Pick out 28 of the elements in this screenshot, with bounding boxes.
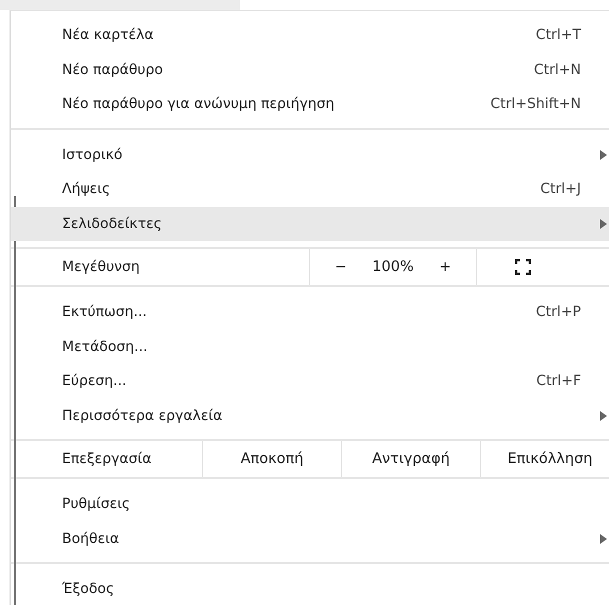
- menu-item[interactable]: Βοήθεια: [11, 522, 609, 556]
- zoom-out-button[interactable]: −: [330, 259, 351, 275]
- submenu-arrow-icon: [600, 218, 607, 228]
- menu-item[interactable]: Εκτύπωση... Ctrl+P: [11, 295, 609, 330]
- menu-item[interactable]: Ιστορικό: [11, 138, 609, 172]
- menu-item[interactable]: Νέο παράθυρο Ctrl+N: [11, 52, 609, 87]
- zoom-in-button[interactable]: +: [435, 259, 456, 275]
- shortcut-label: Ctrl+P: [536, 304, 581, 320]
- fullscreen-icon: [515, 259, 531, 275]
- menu-item[interactable]: Περισσότερα εργαλεία: [11, 398, 609, 433]
- shortcut-label: Ctrl+T: [536, 27, 581, 44]
- menu-item[interactable]: Μετάδοση...: [11, 330, 609, 364]
- fullscreen-button[interactable]: [515, 259, 531, 275]
- shortcut-label: Ctrl+J: [540, 181, 581, 198]
- submenu-arrow-icon: [600, 410, 607, 420]
- menu-item[interactable]: Νέα καρτέλα Ctrl+T: [11, 18, 609, 52]
- menu-item[interactable]: Λήψεις Ctrl+J: [11, 172, 609, 206]
- submenu-arrow-icon: [600, 150, 607, 160]
- submenu-arrow-icon: [600, 534, 607, 544]
- menu-item[interactable]: Ρυθμίσεις: [11, 487, 609, 522]
- zoom-level: 100%: [372, 259, 414, 275]
- menu-item[interactable]: Νέο παράθυρο για ανώνυμη περιήγηση Ctrl+Shift+N: [11, 87, 609, 122]
- shortcut-label: Ctrl+Shift+N: [490, 96, 581, 112]
- menu-item[interactable]: Έξοδος: [11, 572, 609, 605]
- menu-item[interactable]: Σελιδοδείκτες: [11, 206, 609, 241]
- shortcut-label: Ctrl+N: [534, 62, 581, 78]
- shortcut-label: Ctrl+F: [536, 373, 581, 390]
- menu-item[interactable]: Εύρεση... Ctrl+F: [11, 364, 609, 398]
